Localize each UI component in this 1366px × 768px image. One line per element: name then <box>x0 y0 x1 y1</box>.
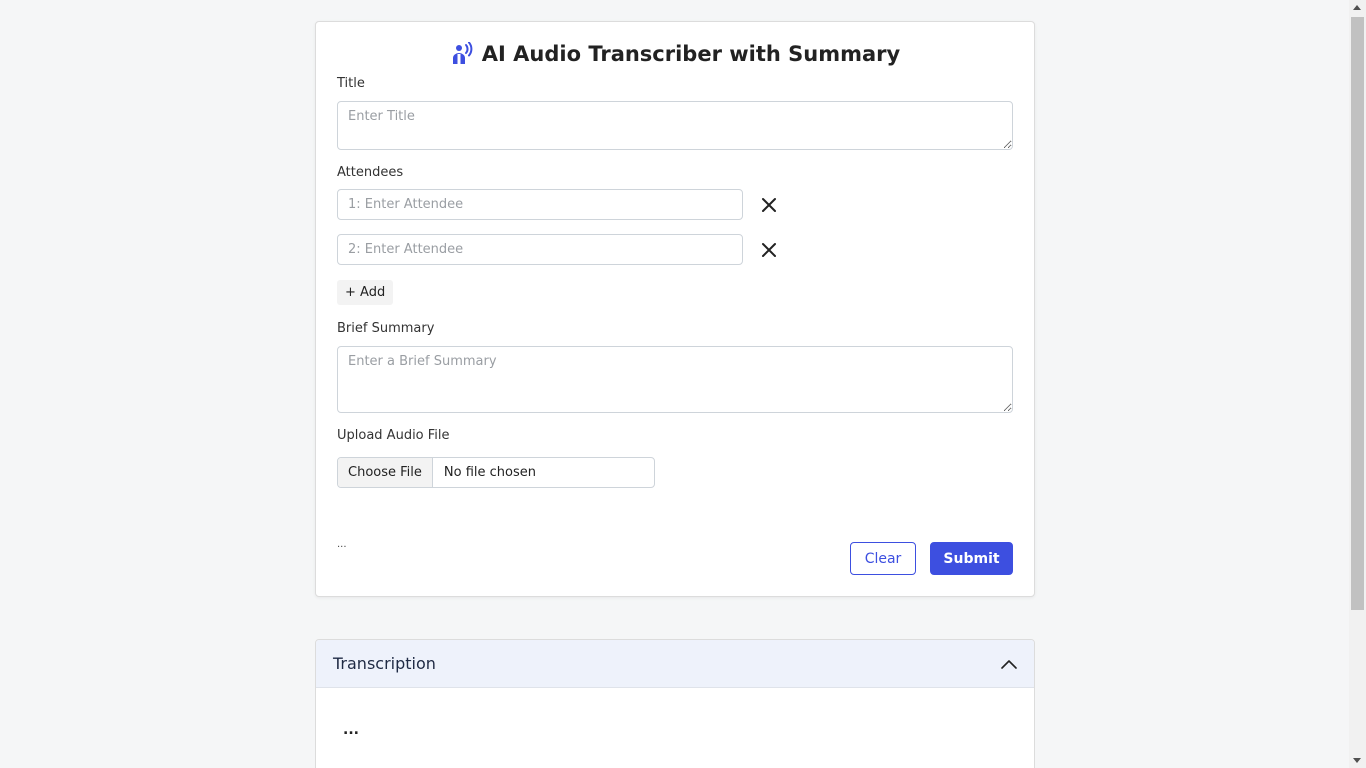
close-icon <box>762 198 776 212</box>
page-scrollbar[interactable] <box>1349 0 1366 768</box>
remove-attendee-1-button[interactable] <box>759 195 779 215</box>
scroll-down-icon[interactable] <box>1353 758 1361 763</box>
page-title: AI Audio Transcriber with Summary <box>481 42 901 66</box>
status-text: ... <box>337 539 347 550</box>
attendees-label: Attendees <box>337 165 404 180</box>
transcription-panel: Transcription ... <box>315 639 1035 768</box>
summary-label: Brief Summary <box>337 321 435 336</box>
audio-file-input[interactable]: Choose File No file chosen <box>337 457 655 488</box>
remove-attendee-2-button[interactable] <box>759 240 779 260</box>
page-header: AI Audio Transcriber with Summary <box>316 41 1034 66</box>
submit-button[interactable]: Submit <box>930 542 1013 575</box>
close-icon <box>762 243 776 257</box>
title-label: Title <box>337 76 365 91</box>
transcriber-form-card: AI Audio Transcriber with Summary Title … <box>315 21 1035 597</box>
file-status-text: No file chosen <box>443 465 536 480</box>
transcription-content: ... <box>343 722 359 738</box>
transcription-header[interactable]: Transcription <box>316 640 1034 688</box>
podcast-icon <box>450 41 474 66</box>
add-attendee-button[interactable]: + Add <box>337 280 394 305</box>
clear-button[interactable]: Clear <box>850 542 916 575</box>
attendee-2-input[interactable] <box>337 234 743 265</box>
chevron-up-icon <box>1001 659 1017 669</box>
scrollbar-thumb[interactable] <box>1351 17 1364 610</box>
upload-label: Upload Audio File <box>337 428 450 443</box>
choose-file-button[interactable]: Choose File <box>338 458 433 487</box>
summary-field[interactable] <box>337 346 1013 413</box>
scroll-up-icon[interactable] <box>1353 5 1361 10</box>
title-field[interactable] <box>337 101 1013 150</box>
attendee-1-input[interactable] <box>337 189 743 220</box>
transcription-title: Transcription <box>333 654 436 673</box>
